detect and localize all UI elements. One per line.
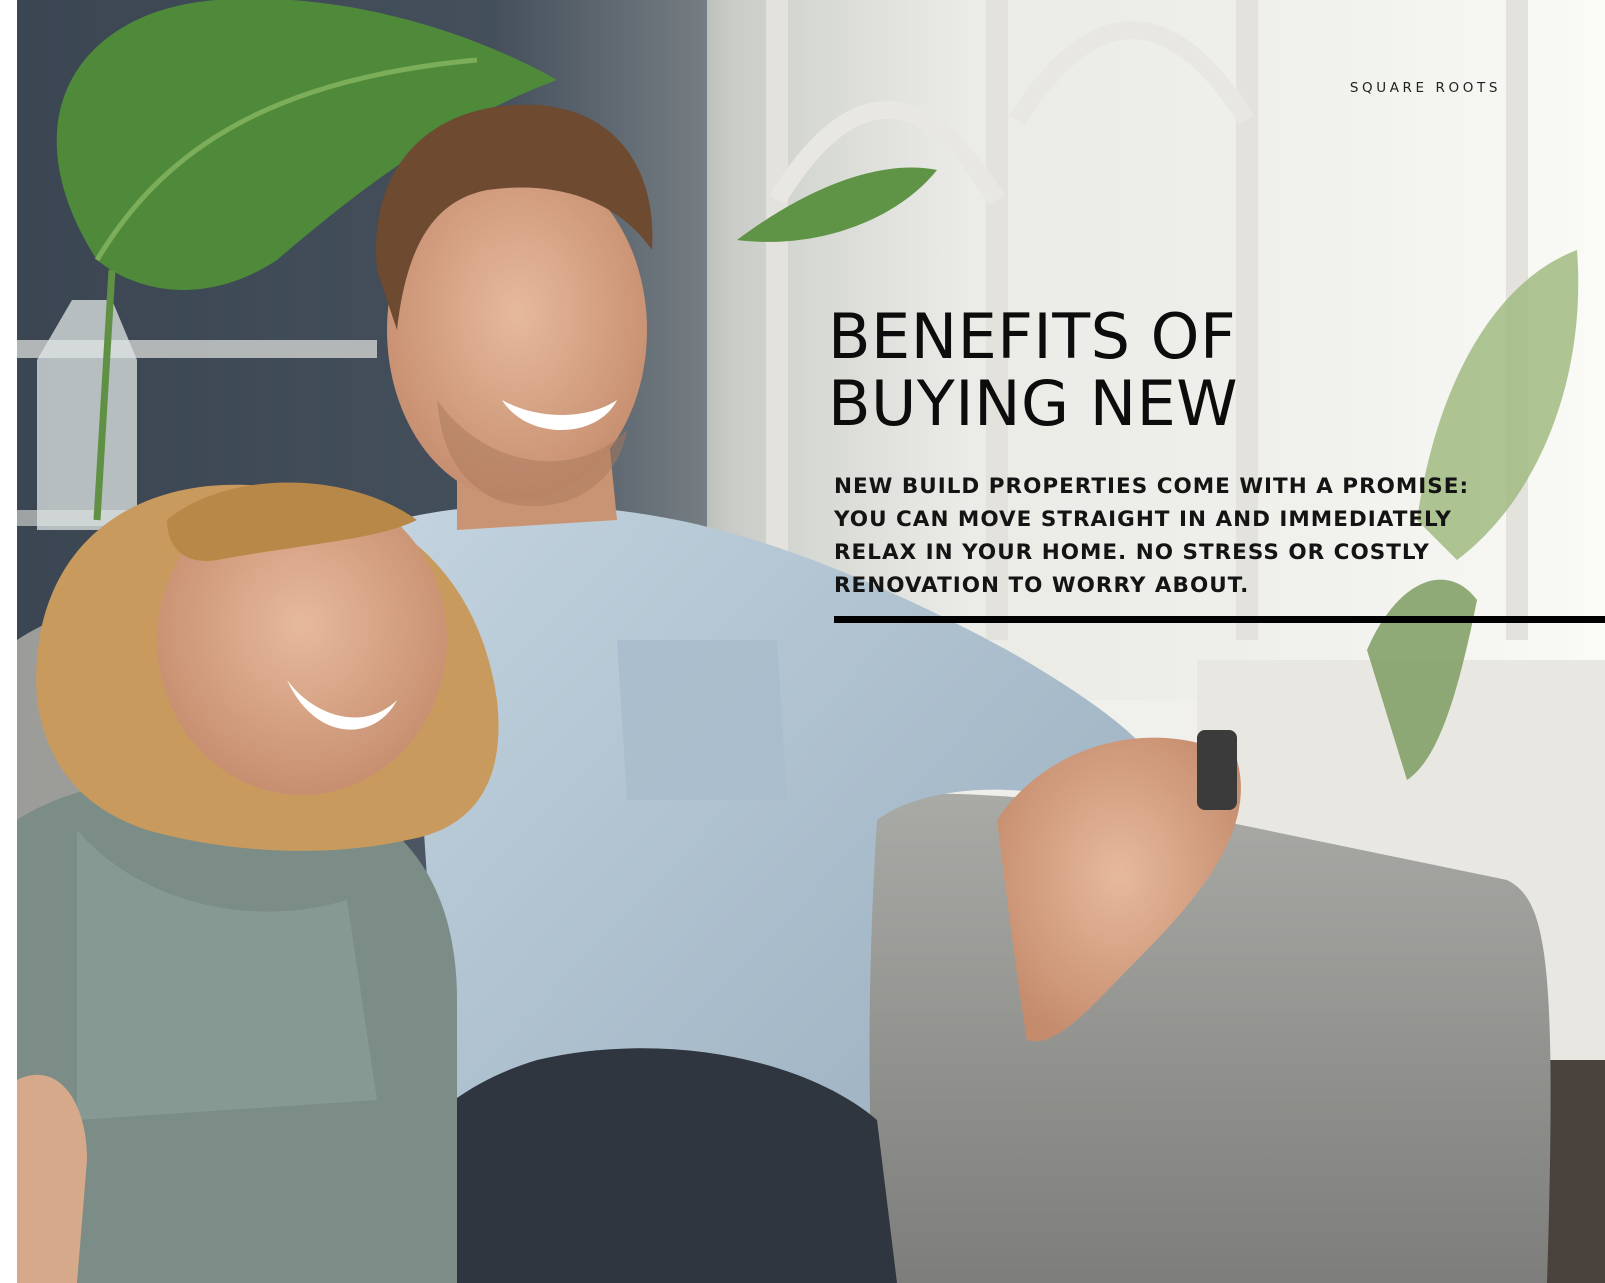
divider-rule [834,616,1605,623]
couple-on-sofa-photo [17,0,1605,1283]
page-headline: BENEFITS OF BUYING NEW [828,303,1238,437]
headline-line-1: BENEFITS OF [828,300,1237,373]
brand-name: SQUARE ROOTS [1349,80,1501,96]
brochure-page: SQUARE ROOTS BENEFITS OF BUYING NEW NEW … [0,0,1605,1283]
intro-paragraph: NEW BUILD PROPERTIES COME WITH A PROMISE… [834,474,1470,598]
headline-line-2: BUYING NEW [828,367,1239,440]
